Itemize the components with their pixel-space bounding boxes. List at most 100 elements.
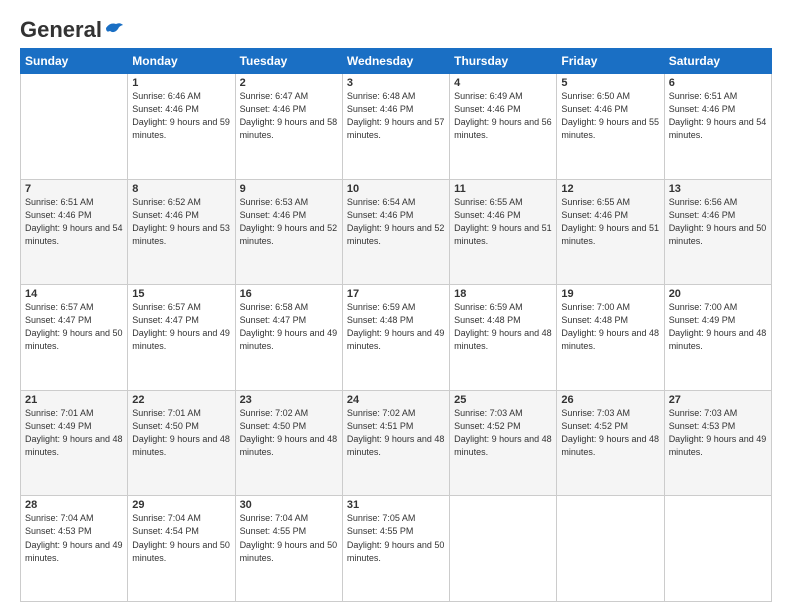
calendar-cell: 1 Sunrise: 6:46 AMSunset: 4:46 PMDayligh… bbox=[128, 74, 235, 180]
day-number: 3 bbox=[347, 77, 445, 89]
day-number: 13 bbox=[669, 183, 767, 195]
calendar-cell: 2 Sunrise: 6:47 AMSunset: 4:46 PMDayligh… bbox=[235, 74, 342, 180]
calendar-cell: 26 Sunrise: 7:03 AMSunset: 4:52 PMDaylig… bbox=[557, 390, 664, 496]
day-info: Sunrise: 6:47 AMSunset: 4:46 PMDaylight:… bbox=[240, 90, 338, 142]
day-number: 21 bbox=[25, 394, 123, 406]
day-info: Sunrise: 7:04 AMSunset: 4:53 PMDaylight:… bbox=[25, 512, 123, 564]
day-number: 4 bbox=[454, 77, 552, 89]
day-number: 9 bbox=[240, 183, 338, 195]
calendar-week-row: 1 Sunrise: 6:46 AMSunset: 4:46 PMDayligh… bbox=[21, 74, 772, 180]
day-info: Sunrise: 6:56 AMSunset: 4:46 PMDaylight:… bbox=[669, 196, 767, 248]
calendar-cell: 30 Sunrise: 7:04 AMSunset: 4:55 PMDaylig… bbox=[235, 496, 342, 602]
page: General SundayMondayTuesdayWednesdayThur… bbox=[0, 0, 792, 612]
day-number: 29 bbox=[132, 499, 230, 511]
day-info: Sunrise: 6:46 AMSunset: 4:46 PMDaylight:… bbox=[132, 90, 230, 142]
calendar-cell: 3 Sunrise: 6:48 AMSunset: 4:46 PMDayligh… bbox=[342, 74, 449, 180]
day-number: 7 bbox=[25, 183, 123, 195]
day-header-saturday: Saturday bbox=[664, 49, 771, 74]
day-info: Sunrise: 7:02 AMSunset: 4:51 PMDaylight:… bbox=[347, 407, 445, 459]
calendar-week-row: 21 Sunrise: 7:01 AMSunset: 4:49 PMDaylig… bbox=[21, 390, 772, 496]
day-info: Sunrise: 6:55 AMSunset: 4:46 PMDaylight:… bbox=[561, 196, 659, 248]
day-header-friday: Friday bbox=[557, 49, 664, 74]
day-info: Sunrise: 6:58 AMSunset: 4:47 PMDaylight:… bbox=[240, 301, 338, 353]
day-info: Sunrise: 7:01 AMSunset: 4:49 PMDaylight:… bbox=[25, 407, 123, 459]
calendar-cell: 7 Sunrise: 6:51 AMSunset: 4:46 PMDayligh… bbox=[21, 179, 128, 285]
day-info: Sunrise: 7:03 AMSunset: 4:52 PMDaylight:… bbox=[454, 407, 552, 459]
calendar-cell: 28 Sunrise: 7:04 AMSunset: 4:53 PMDaylig… bbox=[21, 496, 128, 602]
calendar-cell bbox=[664, 496, 771, 602]
day-info: Sunrise: 7:01 AMSunset: 4:50 PMDaylight:… bbox=[132, 407, 230, 459]
logo-general-text: General bbox=[20, 18, 102, 42]
day-number: 31 bbox=[347, 499, 445, 511]
day-number: 27 bbox=[669, 394, 767, 406]
calendar-cell: 23 Sunrise: 7:02 AMSunset: 4:50 PMDaylig… bbox=[235, 390, 342, 496]
calendar-cell: 25 Sunrise: 7:03 AMSunset: 4:52 PMDaylig… bbox=[450, 390, 557, 496]
calendar-cell: 21 Sunrise: 7:01 AMSunset: 4:49 PMDaylig… bbox=[21, 390, 128, 496]
calendar-cell: 12 Sunrise: 6:55 AMSunset: 4:46 PMDaylig… bbox=[557, 179, 664, 285]
calendar-cell: 22 Sunrise: 7:01 AMSunset: 4:50 PMDaylig… bbox=[128, 390, 235, 496]
calendar-cell: 13 Sunrise: 6:56 AMSunset: 4:46 PMDaylig… bbox=[664, 179, 771, 285]
day-header-sunday: Sunday bbox=[21, 49, 128, 74]
calendar-cell: 4 Sunrise: 6:49 AMSunset: 4:46 PMDayligh… bbox=[450, 74, 557, 180]
day-info: Sunrise: 7:02 AMSunset: 4:50 PMDaylight:… bbox=[240, 407, 338, 459]
day-info: Sunrise: 6:49 AMSunset: 4:46 PMDaylight:… bbox=[454, 90, 552, 142]
day-info: Sunrise: 7:05 AMSunset: 4:55 PMDaylight:… bbox=[347, 512, 445, 564]
logo: General bbox=[20, 18, 124, 38]
day-info: Sunrise: 6:52 AMSunset: 4:46 PMDaylight:… bbox=[132, 196, 230, 248]
day-info: Sunrise: 6:59 AMSunset: 4:48 PMDaylight:… bbox=[347, 301, 445, 353]
day-info: Sunrise: 7:03 AMSunset: 4:52 PMDaylight:… bbox=[561, 407, 659, 459]
day-number: 17 bbox=[347, 288, 445, 300]
calendar-cell: 11 Sunrise: 6:55 AMSunset: 4:46 PMDaylig… bbox=[450, 179, 557, 285]
day-info: Sunrise: 6:53 AMSunset: 4:46 PMDaylight:… bbox=[240, 196, 338, 248]
calendar-cell: 10 Sunrise: 6:54 AMSunset: 4:46 PMDaylig… bbox=[342, 179, 449, 285]
calendar-cell: 14 Sunrise: 6:57 AMSunset: 4:47 PMDaylig… bbox=[21, 285, 128, 391]
day-info: Sunrise: 7:00 AMSunset: 4:48 PMDaylight:… bbox=[561, 301, 659, 353]
day-number: 8 bbox=[132, 183, 230, 195]
calendar-table: SundayMondayTuesdayWednesdayThursdayFrid… bbox=[20, 48, 772, 602]
day-header-tuesday: Tuesday bbox=[235, 49, 342, 74]
day-number: 2 bbox=[240, 77, 338, 89]
calendar-cell: 31 Sunrise: 7:05 AMSunset: 4:55 PMDaylig… bbox=[342, 496, 449, 602]
day-info: Sunrise: 6:57 AMSunset: 4:47 PMDaylight:… bbox=[25, 301, 123, 353]
calendar-cell: 24 Sunrise: 7:02 AMSunset: 4:51 PMDaylig… bbox=[342, 390, 449, 496]
day-header-wednesday: Wednesday bbox=[342, 49, 449, 74]
day-number: 15 bbox=[132, 288, 230, 300]
day-info: Sunrise: 6:48 AMSunset: 4:46 PMDaylight:… bbox=[347, 90, 445, 142]
day-number: 18 bbox=[454, 288, 552, 300]
calendar-cell: 9 Sunrise: 6:53 AMSunset: 4:46 PMDayligh… bbox=[235, 179, 342, 285]
calendar-header-row: SundayMondayTuesdayWednesdayThursdayFrid… bbox=[21, 49, 772, 74]
day-info: Sunrise: 6:55 AMSunset: 4:46 PMDaylight:… bbox=[454, 196, 552, 248]
day-number: 25 bbox=[454, 394, 552, 406]
calendar-cell bbox=[557, 496, 664, 602]
calendar-cell: 20 Sunrise: 7:00 AMSunset: 4:49 PMDaylig… bbox=[664, 285, 771, 391]
day-number: 11 bbox=[454, 183, 552, 195]
day-number: 10 bbox=[347, 183, 445, 195]
calendar-cell: 27 Sunrise: 7:03 AMSunset: 4:53 PMDaylig… bbox=[664, 390, 771, 496]
day-header-monday: Monday bbox=[128, 49, 235, 74]
day-number: 12 bbox=[561, 183, 659, 195]
day-info: Sunrise: 6:54 AMSunset: 4:46 PMDaylight:… bbox=[347, 196, 445, 248]
day-number: 19 bbox=[561, 288, 659, 300]
calendar-week-row: 28 Sunrise: 7:04 AMSunset: 4:53 PMDaylig… bbox=[21, 496, 772, 602]
calendar-cell: 8 Sunrise: 6:52 AMSunset: 4:46 PMDayligh… bbox=[128, 179, 235, 285]
day-number: 14 bbox=[25, 288, 123, 300]
header: General bbox=[20, 18, 772, 38]
calendar-cell: 16 Sunrise: 6:58 AMSunset: 4:47 PMDaylig… bbox=[235, 285, 342, 391]
day-number: 26 bbox=[561, 394, 659, 406]
calendar-cell: 5 Sunrise: 6:50 AMSunset: 4:46 PMDayligh… bbox=[557, 74, 664, 180]
day-info: Sunrise: 6:57 AMSunset: 4:47 PMDaylight:… bbox=[132, 301, 230, 353]
day-info: Sunrise: 6:50 AMSunset: 4:46 PMDaylight:… bbox=[561, 90, 659, 142]
calendar-cell: 19 Sunrise: 7:00 AMSunset: 4:48 PMDaylig… bbox=[557, 285, 664, 391]
calendar-week-row: 14 Sunrise: 6:57 AMSunset: 4:47 PMDaylig… bbox=[21, 285, 772, 391]
day-number: 5 bbox=[561, 77, 659, 89]
day-info: Sunrise: 7:00 AMSunset: 4:49 PMDaylight:… bbox=[669, 301, 767, 353]
day-number: 6 bbox=[669, 77, 767, 89]
day-number: 30 bbox=[240, 499, 338, 511]
calendar-cell: 15 Sunrise: 6:57 AMSunset: 4:47 PMDaylig… bbox=[128, 285, 235, 391]
day-number: 16 bbox=[240, 288, 338, 300]
day-number: 1 bbox=[132, 77, 230, 89]
day-info: Sunrise: 6:51 AMSunset: 4:46 PMDaylight:… bbox=[669, 90, 767, 142]
calendar-cell bbox=[21, 74, 128, 180]
day-number: 28 bbox=[25, 499, 123, 511]
day-number: 20 bbox=[669, 288, 767, 300]
